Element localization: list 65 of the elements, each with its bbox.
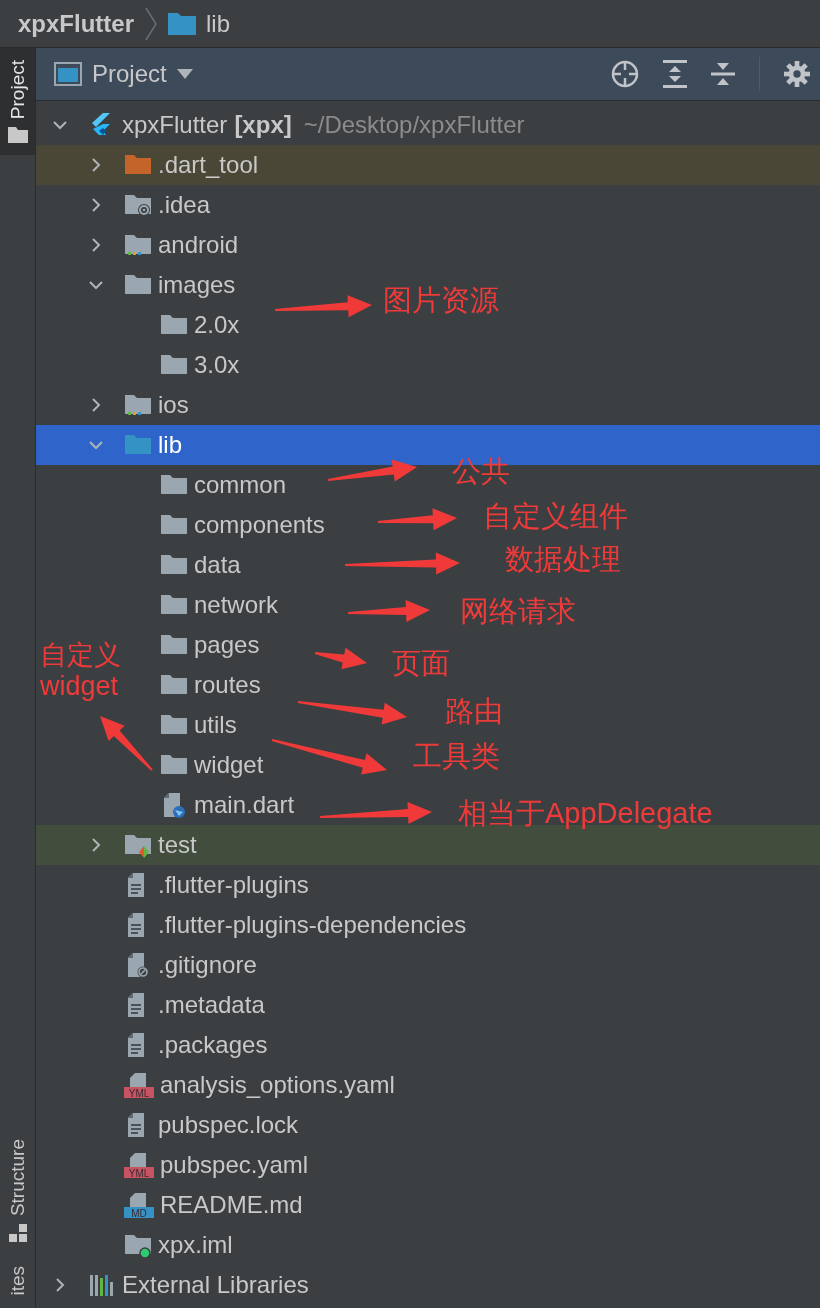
folder-icon: [168, 12, 196, 35]
annotation-text: 自定义组件: [483, 499, 628, 534]
collapse-all-icon[interactable]: [711, 60, 735, 88]
annotation-text: 工具类: [413, 739, 500, 774]
annotation-text: 自定义widget: [40, 640, 122, 703]
project-path: ~/Desktop/xpxFlutter: [303, 111, 525, 139]
tree-item-label[interactable]: .packages: [158, 1031, 268, 1059]
tree-item-label[interactable]: pubspec.lock: [158, 1111, 299, 1139]
module-folder-icon: [124, 392, 152, 418]
tree-item-label[interactable]: .dart_tool: [158, 151, 259, 179]
tree-item-label[interactable]: components: [194, 511, 325, 539]
settings-icon[interactable]: [784, 61, 810, 87]
folder-icon: [7, 127, 28, 144]
tree-item-label[interactable]: External Libraries: [122, 1271, 309, 1299]
libraries-icon: [88, 1272, 116, 1298]
panel-title[interactable]: Project: [92, 60, 167, 88]
structure-icon: [8, 1224, 27, 1243]
tree-item-label[interactable]: pubspec.yaml: [160, 1151, 309, 1179]
dropdown-icon[interactable]: [176, 69, 193, 79]
annotation-text: 数据处理: [505, 542, 621, 577]
annotation-text: 页面: [392, 646, 450, 681]
module-folder-icon: [124, 232, 152, 258]
tree-item-label[interactable]: .idea: [158, 191, 211, 219]
tree-item-label[interactable]: 2.0x: [194, 311, 240, 339]
tree-item-label[interactable]: 3.0x: [194, 351, 240, 379]
annotation-text: 图片资源: [383, 283, 499, 318]
tree-item-label[interactable]: widget: [194, 751, 264, 779]
tree-item-label[interactable]: .flutter-plugins: [158, 871, 309, 899]
locate-icon[interactable]: [611, 60, 639, 88]
tree-item-label[interactable]: .flutter-plugins-dependencies: [158, 911, 467, 939]
annotation-text: 网络请求: [460, 594, 576, 629]
arrow: [314, 647, 367, 670]
tree-item-label[interactable]: utils: [194, 711, 237, 739]
tree-item-label[interactable]: pages: [194, 631, 260, 659]
annotation-text: 路由: [445, 694, 503, 729]
tree-item-label[interactable]: common: [194, 471, 287, 499]
module-file-icon: [124, 1232, 152, 1258]
breadcrumb-item[interactable]: xpxFlutter: [18, 9, 134, 38]
tree-item-label[interactable]: analysis_options.yaml: [160, 1071, 395, 1099]
arrow: [100, 716, 153, 771]
tree-item-label[interactable]: test: [158, 831, 197, 859]
tree-item-label[interactable]: data: [194, 551, 241, 579]
tree-item-label[interactable]: main.dart: [194, 791, 295, 819]
side-tab[interactable]: ites: [0, 1254, 35, 1308]
tree-item-label[interactable]: ios: [158, 391, 189, 419]
tree-item-label[interactable]: xpxFlutter: [122, 111, 228, 139]
tree-item-label[interactable]: .gitignore: [158, 951, 257, 979]
test-folder-icon: [124, 832, 152, 858]
side-tab[interactable]: Project: [0, 48, 35, 156]
tree-item-label[interactable]: images: [158, 271, 236, 299]
tree-item-label[interactable]: xpx.iml: [158, 1231, 233, 1259]
tree-row[interactable]: .dart_tool: [36, 145, 820, 185]
tree-item-label[interactable]: android: [158, 231, 239, 259]
side-tab[interactable]: Structure: [0, 1127, 35, 1255]
tree-item-label[interactable]: network: [194, 591, 279, 619]
tree-item-label[interactable]: README.md: [160, 1191, 303, 1219]
tree-item-label[interactable]: lib: [158, 431, 182, 459]
expand-all-icon[interactable]: [663, 60, 687, 88]
gear-folder-icon: [124, 192, 152, 218]
tree-item-label[interactable]: routes: [194, 671, 261, 699]
tree-item-label[interactable]: .metadata: [158, 991, 265, 1019]
breadcrumb-separator-icon: [144, 6, 158, 41]
breadcrumb-item[interactable]: lib: [206, 9, 231, 38]
window-icon: [54, 62, 82, 86]
module-name: [xpx]: [234, 111, 292, 139]
